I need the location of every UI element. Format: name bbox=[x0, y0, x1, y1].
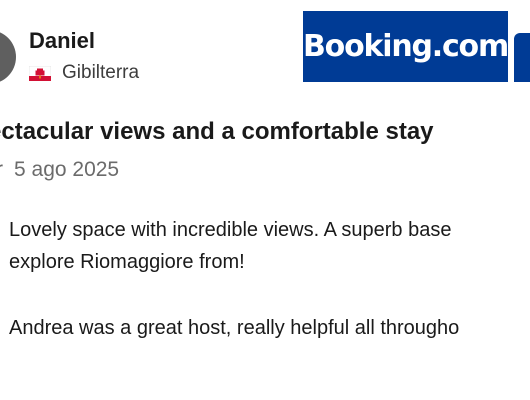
review-card: Daniel Gibilterra Booking.com ectacular … bbox=[0, 0, 530, 400]
review-paragraph-1-line-2: explore Riomaggiore from! bbox=[9, 251, 245, 273]
booking-logo-text: Booking.com bbox=[303, 29, 509, 64]
booking-logo: Booking.com bbox=[303, 11, 509, 82]
reviewer-country: Gibilterra bbox=[29, 61, 139, 85]
reviewer-name: Daniel bbox=[29, 28, 96, 53]
review-date-prefix: r bbox=[0, 158, 3, 182]
gibraltar-flag-icon bbox=[29, 65, 51, 81]
review-text: Lovely space with incredible views. A su… bbox=[9, 214, 530, 344]
country-name: Gibilterra bbox=[62, 62, 140, 83]
review-paragraph-2: Andrea was a great host, really helpful … bbox=[9, 317, 460, 339]
review-title: ectacular views and a comfortable stay bbox=[0, 118, 434, 145]
avatar[interactable] bbox=[0, 30, 16, 84]
review-paragraph-1-line-1: Lovely space with incredible views. A su… bbox=[9, 219, 452, 241]
review-date: r 5 ago 2025 bbox=[0, 157, 119, 183]
partner-logo-partial bbox=[514, 33, 530, 82]
review-date-value: 5 ago 2025 bbox=[14, 158, 120, 181]
